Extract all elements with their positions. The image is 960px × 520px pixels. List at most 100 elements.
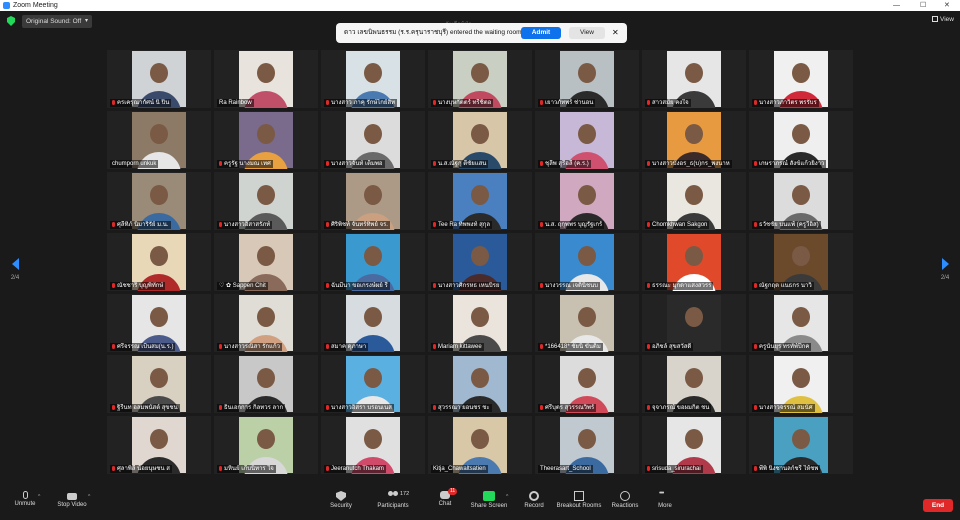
participant-tile[interactable]: ครูรัฐ นางมณ เทศ [214, 111, 318, 169]
unmute-label: Unmute [14, 501, 36, 507]
participant-tile[interactable]: ครูนันยุร ทรทัพ์ปีกค [749, 294, 853, 352]
participant-tile[interactable]: ศิริพิชท์ จันทร์ทิพย์ จร. [321, 172, 425, 230]
share-options-caret[interactable]: ^ [506, 494, 508, 500]
participant-tile[interactable]: ศุลาพิลี น้อยนุษชน ส [107, 416, 211, 474]
participant-name: ณัชชาริ์ บุญพิทักษ์ [110, 282, 166, 290]
participant-tile[interactable]: พีพิ นิงชานลก์ชรี ให้ชพ [749, 416, 853, 474]
participant-tile[interactable]: นางสาวรณิสา รักแก้ว [214, 294, 318, 352]
participant-name-label: นางสาวรณิสา รักแก้ว [224, 344, 281, 350]
participant-tile[interactable]: Mariam kittawee [428, 294, 532, 352]
participant-name: นางสาวจันท์ เต็มพอ [324, 160, 385, 168]
participant-tile[interactable]: srisuda_sirurachai [642, 416, 746, 474]
stop-video-button[interactable]: Stop Video [54, 491, 90, 508]
participant-tile[interactable]: Ra Rainbow [214, 50, 318, 108]
participant-tile[interactable]: นางสาวจันท์ เต็มพอ [321, 111, 425, 169]
participant-head [685, 124, 703, 144]
participant-tile[interactable]: นางสาวบังอร_ธ(บ)กร_พงนาห [642, 111, 746, 169]
participant-tile[interactable]: นางวรรณ เจตินิชนบ [535, 233, 639, 291]
previous-page-button[interactable]: 2/4 [8, 258, 22, 281]
participant-tile[interactable]: ธรรณะ มุกดาแสงสวรร [642, 233, 746, 291]
view-button[interactable]: View [932, 16, 954, 23]
participant-tile[interactable]: ♡ ✿ Sappen Chit [214, 233, 318, 291]
participant-tile[interactable]: สมาค ดุภาษา [321, 294, 425, 352]
more-button[interactable]: More [656, 490, 674, 509]
participant-tile[interactable]: Tee Ra ทิพพงท์ สุกุล [428, 172, 532, 230]
participant-tile[interactable]: น.ส.ณัฐกุ ตีชัยแสน [428, 111, 532, 169]
chat-button[interactable]: 11 Chat [435, 488, 458, 507]
participant-head [257, 429, 275, 449]
minimize-button[interactable]: — [893, 0, 900, 11]
original-sound-dropdown[interactable]: Original Sound: Off ▾ [22, 15, 92, 28]
participant-head [578, 63, 596, 83]
security-shield-icon[interactable] [7, 16, 15, 26]
participant-tile[interactable]: Kitja_Chawaltsatien [428, 416, 532, 474]
participant-tile[interactable]: ศรีบุตร สุวรรณวิพร์ [535, 355, 639, 413]
close-notification-icon[interactable]: ✕ [612, 23, 619, 43]
reactions-button[interactable]: Reactions [611, 491, 639, 509]
video-options-caret[interactable]: ^ [88, 494, 90, 500]
view-waiting-room-button[interactable]: View [569, 27, 605, 39]
end-meeting-button[interactable]: End [923, 499, 953, 512]
security-button[interactable]: Security [327, 491, 355, 509]
participant-name: srisuda_sirurachai [645, 465, 703, 473]
participant-tile[interactable]: นางสาว ภาคุ รักษ์ไกย์สิท [321, 50, 425, 108]
participant-head [792, 246, 810, 266]
muted-mic-icon [219, 161, 222, 166]
participant-tile[interactable]: นางสาวอิสรา บรอนเนส [321, 355, 425, 413]
participant-tile[interactable]: ณัฐกฤต แนธกร นาวิ [749, 233, 853, 291]
participant-tile[interactable]: นางสาวจรรณ์ สมนัศ [749, 355, 853, 413]
admit-button[interactable]: Admit [521, 27, 561, 39]
participant-tile[interactable]: ธินเอกการ กิลทวร ลาก [214, 355, 318, 413]
participant-tile[interactable]: ศุลีทิภ์ นิมาริรัย์ ม.น. [107, 172, 211, 230]
participant-tile[interactable]: นางสาวอิสาสรัภท์ [214, 172, 318, 230]
participant-tile[interactable]: ครเครุณากัศน์ นิ ปิน [107, 50, 211, 108]
record-label: Record [524, 503, 544, 509]
participant-tile[interactable]: น.ส. ฤกุพพร บุญรัฐเกร์ [535, 172, 639, 230]
participant-tile[interactable]: ชุลีพ สุรีอลี (ค.ร.) [535, 111, 639, 169]
breakout-rooms-button[interactable]: Breakout Rooms [556, 491, 602, 509]
participant-tile[interactable]: เยาวภัทพร์ ช่านอน [535, 50, 639, 108]
grid-view-icon [932, 16, 939, 22]
participant-tile[interactable]: ฐิรีนท อลมพนัสต์ สุขชน [107, 355, 211, 413]
participant-tile[interactable]: สุวรรณา ยอนชร ชะ [428, 355, 532, 413]
participant-tile[interactable]: จุจาภรณ์ ขอผมกิต ชน [642, 355, 746, 413]
participant-name-label: นางบุษกัตตร์ ทรีชิตอ [438, 100, 492, 106]
participant-name: ศรีบุตร สุวรรณวิพร์ [538, 404, 597, 412]
next-page-button[interactable]: 2/4 [938, 258, 952, 281]
share-screen-button[interactable]: Share Screen [470, 491, 508, 509]
participant-tile[interactable]: ศรีจรรณ เป็นสม(น.ร.) [107, 294, 211, 352]
participant-head [150, 124, 168, 144]
participant-head [792, 124, 810, 144]
participant-name: สมาค ดุภาษา [324, 343, 369, 351]
participant-tile[interactable]: อภิชล์ สุขสวัสดิ์ [642, 294, 746, 352]
maximize-button[interactable]: ☐ [920, 0, 926, 11]
participant-tile[interactable]: มหินย์ เภีบนิทาร ใจ [214, 416, 318, 474]
audio-options-caret[interactable]: ^ [38, 494, 40, 500]
participant-head [150, 185, 168, 205]
participant-tile[interactable]: Jeeranutch Thakam [321, 416, 425, 474]
participant-tile[interactable]: Chomkhwan Sakgon [642, 172, 746, 230]
participant-head [685, 63, 703, 83]
participant-tile[interactable]: ณัชชาริ์ บุญพิทักษ์ [107, 233, 211, 291]
participant-head [364, 124, 382, 144]
participants-button[interactable]: 172 Participants [374, 491, 412, 509]
participant-tile[interactable]: นางสาวภาวิตร พรรับร [749, 50, 853, 108]
participant-tile[interactable]: นางสาวศิกรหธ เหนบิรย [428, 233, 532, 291]
participant-name: ครูรัฐ นางมณ เทศ [217, 160, 273, 168]
participant-tile[interactable]: ฉันมีนา ขอเกรงษ์ผย์ รี [321, 233, 425, 291]
unmute-button[interactable]: Unmute [10, 491, 40, 507]
muted-mic-icon [326, 344, 329, 349]
close-window-button[interactable]: ✕ [944, 0, 950, 11]
muted-mic-icon [433, 100, 436, 105]
participant-name-label: ♡ ✿ Sappen Chit [219, 283, 266, 289]
record-button[interactable]: Record [523, 491, 545, 509]
participant-tile[interactable]: เกษราภรณ์ สังข์แก้วยิ่งาว [749, 111, 853, 169]
participant-tile[interactable]: ธวัชชัย บนแพ้ (ครูวีอิส) [749, 172, 853, 230]
participant-tile[interactable]: *166418* ชัยนิ ขันติม [535, 294, 639, 352]
participant-name-label: นางวรรณ เจตินิชนบ [545, 283, 598, 289]
participant-name-label: อภิชล์ สุขสวัสดิ์ [652, 344, 692, 350]
participant-tile[interactable]: Theerasart_School [535, 416, 639, 474]
participant-tile[interactable]: chumporn unkuk [107, 111, 211, 169]
participant-tile[interactable]: สาวสมัย คงใจ [642, 50, 746, 108]
participant-tile[interactable]: นางบุษกัตตร์ ทรีชิตอ [428, 50, 532, 108]
